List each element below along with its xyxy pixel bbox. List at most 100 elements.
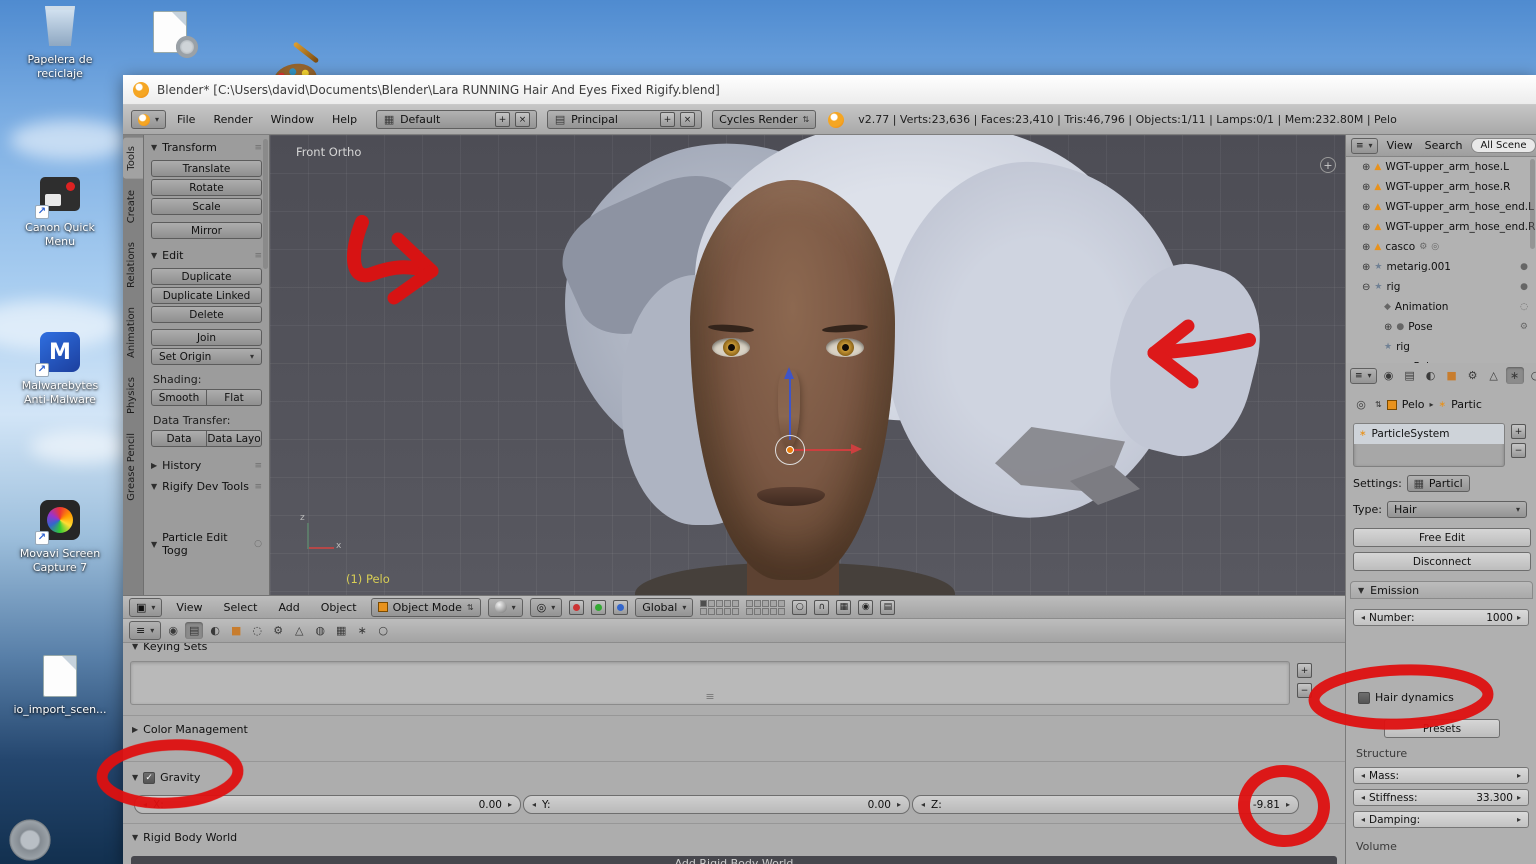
set-origin-dropdown[interactable]: Set Origin ▾ xyxy=(151,348,262,365)
outliner-row[interactable]: ★ rig xyxy=(1346,337,1536,357)
tab-relations[interactable]: Relations xyxy=(123,234,143,296)
gravity-z-field[interactable]: ◂ Z: -9.81 ▸ xyxy=(912,795,1299,814)
tab-tools[interactable]: Tools xyxy=(123,138,143,179)
tab-grease-pencil[interactable]: Grease Pencil xyxy=(123,425,143,509)
manipulator-z-arrowhead[interactable] xyxy=(784,367,794,379)
remove-particle-system-button[interactable]: − xyxy=(1511,443,1526,458)
render-tab-icon[interactable]: ◉ xyxy=(164,622,182,639)
disconnect-hair-button[interactable]: Disconnect xyxy=(1353,552,1531,571)
outliner-row[interactable]: ⊕ ▲ WGT-upper_arm_hose_end.R xyxy=(1346,217,1536,237)
scene-name[interactable]: Principal xyxy=(571,113,655,126)
decrement-icon[interactable]: ◂ xyxy=(1361,793,1365,802)
outliner-row[interactable]: ⊕ ▲ WGT-upper_arm_hose.R xyxy=(1346,177,1536,197)
particles-tab-icon[interactable]: ∗ xyxy=(1505,367,1524,384)
add-keying-set-button[interactable]: + xyxy=(1297,663,1312,678)
rigify-panel-header[interactable]: ▼ Rigify Dev Tools ≡ xyxy=(144,476,269,497)
outliner-row[interactable]: ⊕ ● Pose ⚙ xyxy=(1346,317,1536,337)
layers-grid-left[interactable] xyxy=(700,599,740,615)
manipulator-rotate-button[interactable] xyxy=(591,599,607,615)
desktop-icon-io-import[interactable]: io_import_scen... xyxy=(12,652,108,717)
restrict-icons[interactable]: ● xyxy=(1520,282,1536,292)
decrement-icon[interactable]: ◂ xyxy=(1361,613,1365,622)
mirror-button[interactable]: Mirror xyxy=(151,222,262,239)
number-slider[interactable]: ◂ Number: 1000 ▸ xyxy=(1353,609,1529,626)
expand-icon[interactable]: ⊕ xyxy=(1362,182,1370,193)
emission-panel-header[interactable]: ▼ Emission xyxy=(1350,581,1533,599)
material-tab-icon[interactable]: ◍ xyxy=(311,622,329,639)
snap-mode-button[interactable]: ▦ xyxy=(836,599,852,615)
data-layout-button[interactable]: Data Layo xyxy=(207,430,262,447)
type-dropdown[interactable]: Hair ▾ xyxy=(1386,501,1527,518)
menu-add[interactable]: Add xyxy=(271,601,306,614)
orientation-selector[interactable]: Global ▾ xyxy=(635,597,694,617)
collapse-icon[interactable]: ⊖ xyxy=(1362,282,1370,293)
gravity-y-field[interactable]: ◂ Y: 0.00 ▸ xyxy=(523,795,910,814)
particle-edit-panel-header[interactable]: ▼ Particle Edit Togg ○ xyxy=(144,527,269,561)
increment-icon[interactable]: ▸ xyxy=(1517,613,1521,622)
decrement-icon[interactable]: ◂ xyxy=(1361,815,1365,824)
world-tab-icon[interactable]: ◐ xyxy=(1422,367,1440,384)
manipulator-z-axis[interactable] xyxy=(789,378,791,440)
color-management-panel-header[interactable]: ▶ Color Management xyxy=(125,719,255,740)
menu-render[interactable]: Render xyxy=(206,113,259,126)
outliner-item-label[interactable]: rig xyxy=(1396,341,1410,353)
increment-icon[interactable]: ▸ xyxy=(1517,815,1521,824)
duplicate-linked-button[interactable]: Duplicate Linked xyxy=(151,287,262,304)
editor-type-button[interactable]: ≡ ▾ xyxy=(129,621,162,640)
smooth-button[interactable]: Smooth xyxy=(151,389,207,406)
snap-magnet-button[interactable]: ∩ xyxy=(814,599,830,615)
desktop-icon-movavi[interactable]: ↗ Movavi Screen Capture 7 xyxy=(12,496,108,575)
outliner-row[interactable]: ◆ Animation ◌ xyxy=(1346,297,1536,317)
delete-button[interactable]: Delete xyxy=(151,306,262,323)
viewport-3d[interactable]: Front Ortho (1) Pelo x z + xyxy=(270,135,1345,595)
outliner-item-label[interactable]: rig xyxy=(1386,281,1400,293)
constraints-tab-icon[interactable]: ◌ xyxy=(248,622,266,639)
object-tab-icon[interactable]: ■ xyxy=(1443,367,1461,384)
pivot-selector[interactable]: ◎ ▾ xyxy=(529,597,563,617)
outliner-item-label[interactable]: casco xyxy=(1385,241,1415,253)
window-titlebar[interactable]: Blender* [C:\Users\david\Documents\Blend… xyxy=(123,75,1536,105)
menu-help[interactable]: Help xyxy=(325,113,364,126)
modifiers-tab-icon[interactable]: ⚙ xyxy=(1464,367,1482,384)
editor-type-button[interactable]: ▣ ▾ xyxy=(129,597,163,617)
edit-panel-header[interactable]: ▼ Edit ≡ xyxy=(144,245,269,266)
outliner-item-label[interactable]: Animation xyxy=(1395,301,1449,313)
render-still-button[interactable]: ◉ xyxy=(858,599,874,615)
scene-tab-icon[interactable]: ▤ xyxy=(185,622,204,639)
increment-icon[interactable]: ▸ xyxy=(897,800,901,809)
object-tab-icon[interactable]: ■ xyxy=(227,622,245,639)
outliner-scrollbar[interactable] xyxy=(1530,159,1535,249)
outliner-item-label[interactable]: WGT-upper_arm_hose_end.L xyxy=(1385,201,1534,213)
region-plus-button[interactable]: + xyxy=(1320,157,1336,173)
outliner-row[interactable]: ⊕ ▲ WGT-upper_arm_hose.L xyxy=(1346,157,1536,177)
flat-button[interactable]: Flat xyxy=(207,389,262,406)
damping-slider[interactable]: ◂ Damping: ▸ xyxy=(1353,811,1529,828)
outliner-filter-selector[interactable]: All Scene xyxy=(1471,138,1536,153)
shading-selector[interactable]: ▾ xyxy=(487,597,523,617)
physics-tab-icon[interactable]: ○ xyxy=(1527,367,1536,384)
screen-layout-selector[interactable]: ▦ Default + × xyxy=(376,110,538,129)
editor-type-button[interactable]: ≡ ▾ xyxy=(1350,367,1377,384)
restrict-icons[interactable]: ⚙ xyxy=(1520,322,1536,332)
hair-dynamics-checkbox[interactable] xyxy=(1358,691,1370,704)
tool-shelf-scrollbar[interactable] xyxy=(263,139,268,269)
free-edit-button[interactable]: Free Edit xyxy=(1353,528,1531,547)
pin-icon[interactable]: ◎ xyxy=(1352,396,1370,413)
add-particle-system-button[interactable]: + xyxy=(1511,424,1526,439)
resize-handle-icon[interactable]: ≡ xyxy=(705,690,714,703)
outliner-menu-view[interactable]: View xyxy=(1384,139,1416,152)
editor-type-button[interactable]: ▾ xyxy=(131,110,167,129)
outliner-item-label[interactable]: WGT-upper_arm_hose_end.R xyxy=(1385,221,1535,233)
gravity-panel-header[interactable]: ▼ ✓ Gravity xyxy=(125,767,207,788)
presets-dropdown[interactable]: Presets xyxy=(1384,719,1500,738)
rigid-body-panel-header[interactable]: ▼ Rigid Body World xyxy=(125,827,244,848)
desktop-icon-malwarebytes[interactable]: M ↗ Malwarebytes Anti-Malware xyxy=(12,328,108,407)
restrict-icons[interactable]: ● xyxy=(1520,262,1536,272)
increment-icon[interactable]: ▸ xyxy=(508,800,512,809)
outliner-row[interactable]: ⊕ ★ metarig.001 ● xyxy=(1346,257,1536,277)
physics-tab-icon[interactable]: ○ xyxy=(374,622,392,639)
menu-file[interactable]: File xyxy=(170,113,202,126)
tab-physics[interactable]: Physics xyxy=(123,369,143,422)
gravity-x-field[interactable]: ◂ X: 0.00 ▸ xyxy=(134,795,521,814)
data-button[interactable]: Data xyxy=(151,430,207,447)
